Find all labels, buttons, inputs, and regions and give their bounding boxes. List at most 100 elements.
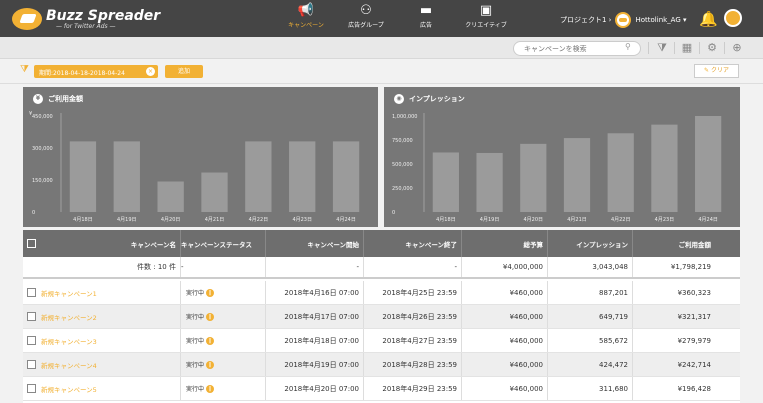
group-icon: ⚇ (360, 3, 372, 18)
table-cell: 2018年4月29日 23:59 (363, 377, 461, 400)
pause-icon[interactable]: ‖ (206, 360, 215, 369)
bar[interactable] (332, 141, 360, 212)
table-cell: 2018年4月17日 07:00 (265, 305, 363, 328)
logo-mark-icon (12, 8, 42, 30)
pause-icon[interactable]: ‖ (206, 288, 215, 297)
x-tick-label: 4月24日 (336, 217, 356, 223)
campaign-name-link[interactable]: 新規キャンペーン4 (41, 360, 97, 370)
filter-icon[interactable]: ⧩ (654, 40, 670, 56)
y-tick-label: 150,000 (32, 178, 53, 184)
table-row[interactable]: 新規キャンペーン3 実行中 ‖ 2018年4月18日 07:00 2018年4月27日 … (23, 329, 740, 353)
x-tick-label: 4月21日 (205, 217, 225, 223)
app-logo[interactable]: Buzz Spreader — for Twitter Ads — (12, 6, 160, 32)
table-cell: ¥360,323 (632, 281, 715, 304)
nav-item-1[interactable]: ⚇ 広告グループ (340, 3, 392, 29)
logo-title: Buzz Spreader (46, 7, 161, 24)
table-cell: ¥460,000 (461, 305, 547, 328)
x-tick-label: 4月18日 (436, 217, 456, 223)
column-header[interactable]: キャンペーン名 (37, 230, 180, 257)
bar[interactable] (476, 152, 503, 212)
status-label: 実行中 (186, 290, 205, 297)
add-circle-icon[interactable]: ⊕ (729, 40, 745, 56)
toolbar-divider (724, 42, 725, 54)
row-checkbox[interactable] (27, 384, 36, 393)
project-switcher[interactable]: プロジェクト1 › Hottolink_AG ▾ (560, 12, 687, 28)
bar[interactable] (695, 116, 722, 212)
column-header[interactable]: キャンペーン終了 (363, 230, 461, 257)
campaign-name-link[interactable]: 新規キャンペーン2 (41, 312, 97, 322)
campaign-name-link[interactable]: 新規キャンペーン1 (41, 288, 97, 298)
bar-chart: 450,000 300,000 150,000 0 ¥4月18日 4月19日 4月20日 4月… (29, 111, 360, 223)
table-cell: 2018年4月19日 07:00 (265, 353, 363, 376)
bar[interactable] (563, 138, 591, 212)
bar[interactable] (201, 172, 228, 212)
logo-subtitle: — for Twitter Ads — (56, 22, 116, 30)
close-icon[interactable]: × (146, 67, 155, 76)
main-nav: 📢 キャンペーン ⚇ 広告グループ ▬ 広告 ▣ クリエイティブ (280, 3, 512, 29)
table-cell: 585,672 (547, 329, 632, 352)
bar[interactable] (432, 152, 459, 212)
spend-chart: ¥ ご利用金額 450,000 300,000 150,000 0 ¥4月18日 4月19… (23, 87, 378, 227)
select-all-checkbox[interactable] (27, 239, 36, 248)
x-tick-label: 4月24日 (698, 217, 718, 223)
x-tick-label: 4月18日 (73, 217, 93, 223)
bar[interactable] (289, 141, 316, 212)
row-checkbox[interactable] (27, 312, 36, 321)
pause-icon[interactable]: ‖ (206, 312, 215, 321)
pause-icon[interactable]: ‖ (206, 336, 215, 345)
campaign-name-link[interactable]: 新規キャンペーン5 (41, 384, 97, 394)
bar[interactable] (69, 141, 97, 212)
bar[interactable] (607, 133, 634, 212)
y-tick-label: 250,000 (392, 186, 413, 192)
bar[interactable] (157, 181, 184, 212)
column-header[interactable]: ご利用金額 (632, 230, 715, 257)
project-label: プロジェクト1 › (560, 16, 612, 24)
table-cell: 2018年4月20日 07:00 (265, 377, 363, 400)
table-row[interactable]: 新規キャンペーン1 実行中 ‖ 2018年4月16日 07:00 2018年4月25日 … (23, 281, 740, 305)
row-checkbox[interactable] (27, 336, 36, 345)
date-range-chip[interactable]: 期間:2018-04-18-2018-04-24 × (34, 65, 158, 78)
x-tick-label: 4月19日 (480, 217, 500, 223)
column-header[interactable]: インプレッション (547, 230, 632, 257)
ad-icon: ▬ (419, 3, 433, 18)
clear-filter-button[interactable]: ✎ クリア (694, 64, 739, 78)
campaign-search-input[interactable] (513, 41, 641, 56)
table-cell: ¥321,317 (632, 305, 715, 328)
table-cell: 649,719 (547, 305, 632, 328)
calendar-icon[interactable]: ▦ (679, 40, 695, 56)
status-label: 実行中 (186, 362, 205, 369)
add-filter-button[interactable]: 追加 (165, 65, 203, 78)
bell-icon[interactable]: 🔔 (699, 10, 718, 28)
image-icon: ▣ (479, 3, 493, 18)
row-checkbox[interactable] (27, 288, 36, 297)
bar[interactable] (651, 124, 678, 212)
bar[interactable] (113, 141, 140, 212)
table-row[interactable]: 新規キャンペーン2 実行中 ‖ 2018年4月17日 07:00 2018年4月26日 … (23, 305, 740, 329)
nav-label: 広告 (419, 22, 432, 29)
x-tick-label: 4月20日 (524, 217, 544, 223)
column-header[interactable]: キャンペーンステータス (180, 230, 265, 257)
nav-item-2[interactable]: ▬ 広告 (400, 3, 452, 29)
nav-item-0[interactable]: 📢 キャンペーン (280, 3, 332, 29)
table-cell: 424,472 (547, 353, 632, 376)
y-tick-label: 0 (32, 210, 35, 216)
bar[interactable] (520, 143, 547, 212)
bar[interactable] (245, 141, 272, 212)
pause-icon[interactable]: ‖ (206, 384, 215, 393)
table-cell: 2018年4月18日 07:00 (265, 329, 363, 352)
summary-row: 件数 : 10 件 - - - ¥4,000,000 3,043,048 ¥1,798,21… (23, 257, 740, 279)
nav-item-3[interactable]: ▣ クリエイティブ (460, 3, 512, 29)
magnifier-icon[interactable]: ⚲ (625, 42, 631, 51)
campaign-name-link[interactable]: 新規キャンペーン3 (41, 336, 97, 346)
funnel-icon: ⧩ (20, 64, 29, 75)
user-avatar[interactable] (724, 9, 742, 27)
column-header[interactable]: 総予算 (461, 230, 547, 257)
gear-icon[interactable]: ⚙ (704, 40, 720, 56)
toolbar: ⚲ ⧩ ▦ ⚙ ⊕ (0, 37, 763, 59)
table-row[interactable]: 新規キャンペーン4 実行中 ‖ 2018年4月19日 07:00 2018年4月28日 … (23, 353, 740, 377)
row-checkbox[interactable] (27, 360, 36, 369)
campaign-table: キャンペーン名 キャンペーンステータス キャンペーン開始 キャンペーン終了 総予算 インプ… (23, 230, 740, 403)
summary-cell: ¥4,000,000 (461, 257, 547, 277)
table-row[interactable]: 新規キャンペーン5 実行中 ‖ 2018年4月20日 07:00 2018年4月29日 … (23, 377, 740, 401)
column-header[interactable]: キャンペーン開始 (265, 230, 363, 257)
